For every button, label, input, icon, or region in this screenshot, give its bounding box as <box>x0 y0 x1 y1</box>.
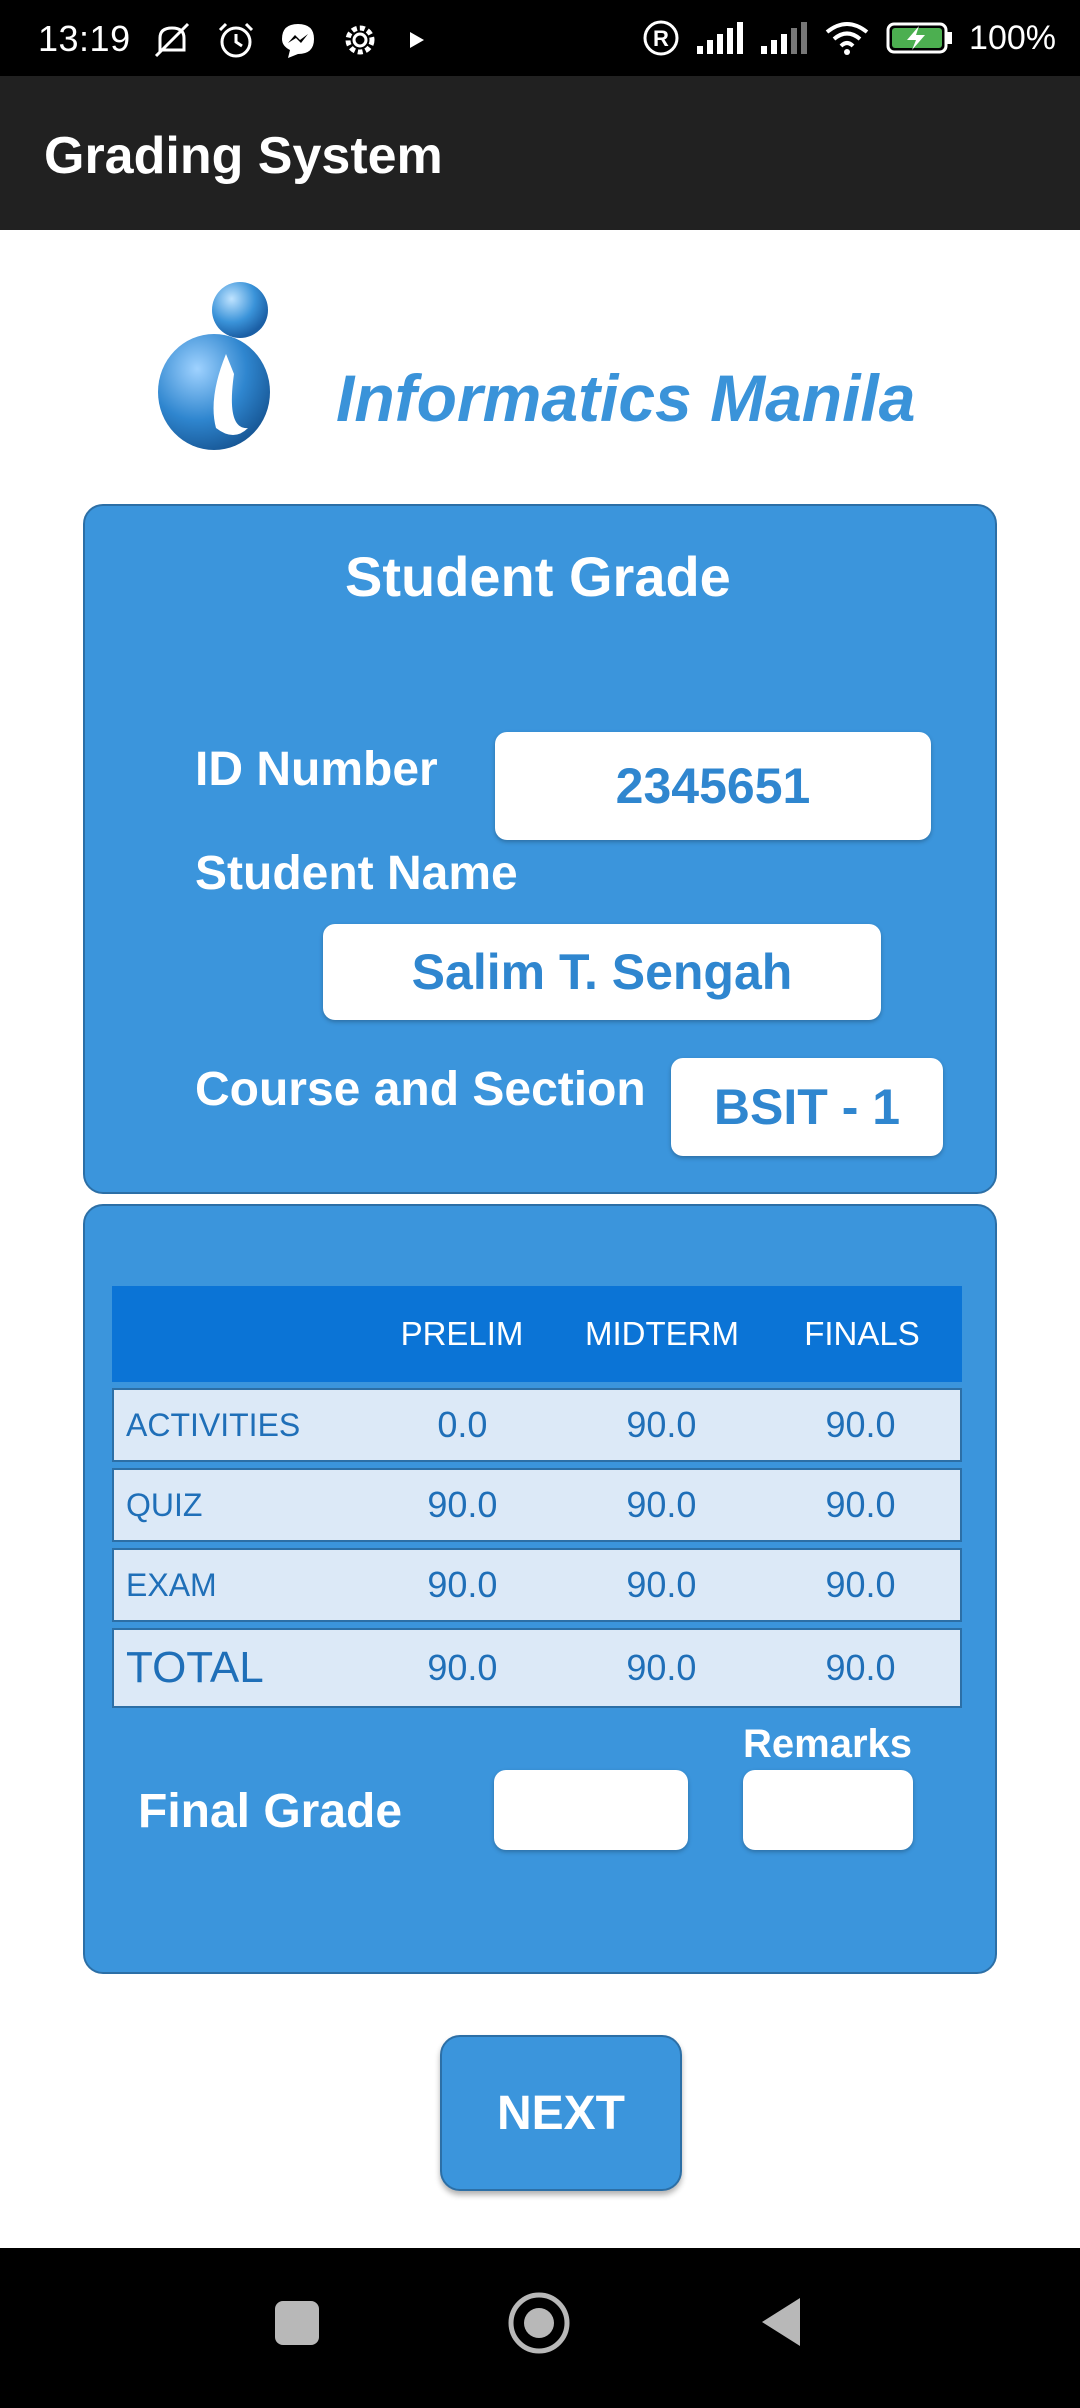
cell-value: 90.0 <box>626 1564 697 1605</box>
id-number-label: ID Number <box>195 743 438 796</box>
cell-value: 90.0 <box>626 1404 697 1445</box>
panel-heading: Student Grade <box>345 545 731 608</box>
cell-value: 90.0 <box>825 1564 896 1605</box>
table-row-exam: EXAM 90.0 90.0 90.0 <box>112 1548 962 1622</box>
app-title: Grading System <box>44 127 443 185</box>
svg-text:R: R <box>653 26 669 51</box>
alarm-icon <box>218 22 254 58</box>
play-icon <box>410 32 424 48</box>
registered-icon: R <box>643 20 679 56</box>
cell-value: 90.0 <box>825 1404 896 1445</box>
table-row-activities: ACTIVITIES 0.0 90.0 90.0 <box>112 1388 962 1462</box>
final-grade-label: Final Grade <box>138 1785 403 1838</box>
table-header: PRELIM MIDTERM FINALS <box>112 1286 962 1382</box>
student-name-label: Student Name <box>195 847 518 900</box>
status-right-icons: R 100% <box>641 18 1056 58</box>
row-label: ACTIVITIES <box>126 1406 301 1443</box>
cell-value: 90.0 <box>825 1484 896 1525</box>
header-midterm: MIDTERM <box>585 1315 739 1352</box>
battery-charging-icon <box>886 22 953 54</box>
student-info-panel: Student Grade ID Number 2345651 Student … <box>83 504 997 1194</box>
logo-text: Informatics Manila <box>336 361 916 435</box>
header-finals: FINALS <box>804 1315 920 1352</box>
student-name-field[interactable]: Salim T. Sengah <box>323 924 881 1020</box>
informatics-logo-icon <box>158 282 270 450</box>
back-triangle-icon[interactable] <box>756 2294 806 2350</box>
battery-percent: 100% <box>969 18 1056 57</box>
table-row-quiz: QUIZ 90.0 90.0 90.0 <box>112 1468 962 1542</box>
cell-value: 0.0 <box>437 1404 488 1445</box>
header-prelim: PRELIM <box>400 1315 524 1352</box>
course-section-label: Course and Section <box>195 1063 646 1116</box>
status-bar: 13:19 R 100% <box>0 0 1080 76</box>
status-time: 13:19 <box>38 18 131 59</box>
signal-icon <box>697 22 744 54</box>
messenger-icon <box>282 24 314 58</box>
home-circle-icon[interactable] <box>506 2290 572 2356</box>
muted-notification-icon <box>154 22 190 58</box>
cell-value: 90.0 <box>427 1647 498 1688</box>
row-label: TOTAL <box>126 1643 264 1692</box>
row-label: EXAM <box>126 1566 217 1603</box>
signal-icon <box>761 22 808 54</box>
settings-icon <box>345 25 375 55</box>
cell-value: 90.0 <box>427 1564 498 1605</box>
table-row-total: TOTAL 90.0 90.0 90.0 <box>112 1628 962 1708</box>
grades-table: PRELIM MIDTERM FINALS ACTIVITIES 0.0 90.… <box>112 1286 962 1708</box>
navigation-bar <box>0 2248 1080 2408</box>
app-bar: Grading System <box>0 76 1080 230</box>
id-number-field[interactable]: 2345651 <box>495 732 931 840</box>
row-label: QUIZ <box>126 1486 203 1523</box>
recents-square-icon[interactable] <box>272 2298 322 2348</box>
course-section-field[interactable]: BSIT - 1 <box>671 1058 943 1156</box>
cell-value: 90.0 <box>427 1484 498 1525</box>
cell-value: 90.0 <box>825 1647 896 1688</box>
cell-value: 90.0 <box>626 1647 697 1688</box>
wifi-icon <box>825 22 869 55</box>
remarks-field[interactable] <box>743 1770 913 1850</box>
next-button[interactable]: NEXT <box>440 2035 682 2191</box>
status-left-icons <box>150 20 432 60</box>
final-grade-field[interactable] <box>494 1770 688 1850</box>
cell-value: 90.0 <box>626 1484 697 1525</box>
remarks-label: Remarks <box>743 1722 913 1766</box>
